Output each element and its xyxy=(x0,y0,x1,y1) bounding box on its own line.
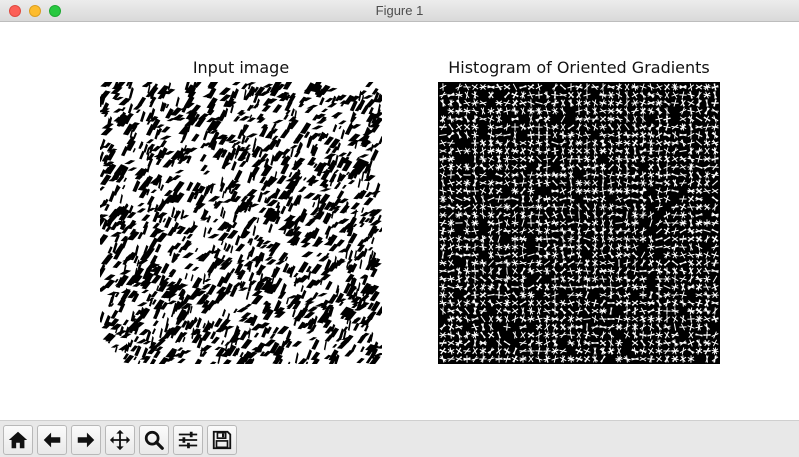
input-texture xyxy=(100,82,382,364)
input-image xyxy=(100,82,382,364)
arrow-left-icon xyxy=(43,432,61,448)
input-image-title: Input image xyxy=(192,58,290,77)
floppy-disk-icon xyxy=(212,430,232,450)
zoom-button[interactable] xyxy=(139,425,169,455)
home-icon xyxy=(8,431,28,449)
move-icon xyxy=(109,429,131,451)
magnifier-icon xyxy=(144,430,164,450)
pan-button[interactable] xyxy=(105,425,135,455)
navigation-toolbar xyxy=(0,420,799,457)
forward-button[interactable] xyxy=(71,425,101,455)
window-titlebar: Figure 1 xyxy=(0,0,799,22)
arrow-right-icon xyxy=(77,432,95,448)
hog-image-axes[interactable] xyxy=(438,82,720,364)
back-button[interactable] xyxy=(37,425,67,455)
configure-subplots-button[interactable] xyxy=(173,425,203,455)
input-image-axes[interactable] xyxy=(100,82,382,364)
window-title: Figure 1 xyxy=(375,3,424,18)
hog-image xyxy=(439,83,719,363)
hog-image-title: Histogram of Oriented Gradients xyxy=(448,58,710,77)
home-button[interactable] xyxy=(3,425,33,455)
figure-canvas[interactable]: Input image Histogram of Oriented Gradie… xyxy=(0,22,799,420)
sliders-icon xyxy=(178,431,198,449)
save-button[interactable] xyxy=(207,425,237,455)
